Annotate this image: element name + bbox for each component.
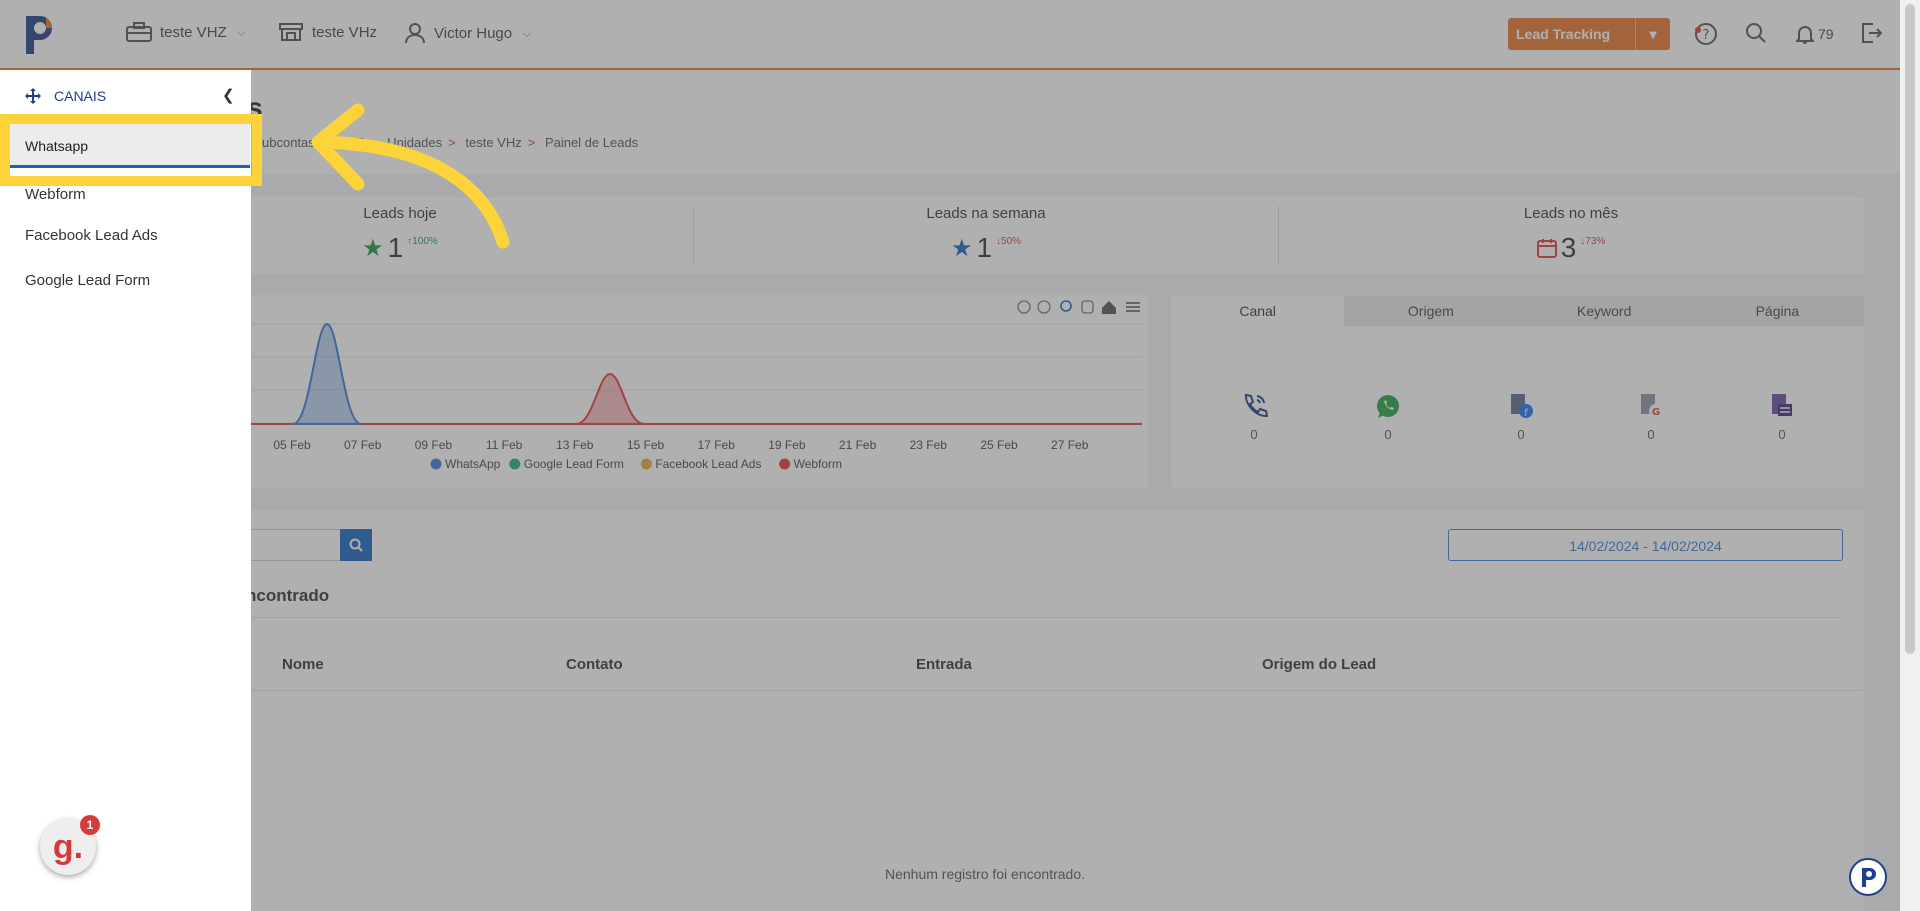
sidebar-header: CANAIS: [24, 87, 106, 105]
pointer-arrow-icon: [311, 103, 510, 249]
scrollbar[interactable]: [1900, 0, 1920, 911]
chevron-left-icon[interactable]: ❮: [222, 86, 235, 104]
scrollbar-thumb[interactable]: [1905, 4, 1915, 654]
brand-chat-icon[interactable]: [1849, 858, 1887, 896]
sidebar-title: CANAIS: [54, 88, 107, 104]
widget-badge-count: 1: [80, 815, 100, 835]
channels-sidebar: CANAIS ❮ Webform Facebook Lead Ads Googl…: [0, 70, 251, 911]
sidebar-item-google-lead-form[interactable]: Google Lead Form: [25, 272, 150, 289]
sidebar-item-webform[interactable]: Webform: [25, 186, 86, 203]
logo-icon: [1862, 868, 1876, 887]
move-arrows-icon: [25, 88, 41, 104]
sidebar-item-facebook-lead-ads[interactable]: Facebook Lead Ads: [25, 227, 158, 244]
support-widget[interactable]: g. 1: [40, 815, 100, 875]
support-widget-letter: g.: [52, 827, 84, 866]
modal-overlay[interactable]: [0, 0, 1920, 911]
highlight-frame: [0, 114, 262, 186]
